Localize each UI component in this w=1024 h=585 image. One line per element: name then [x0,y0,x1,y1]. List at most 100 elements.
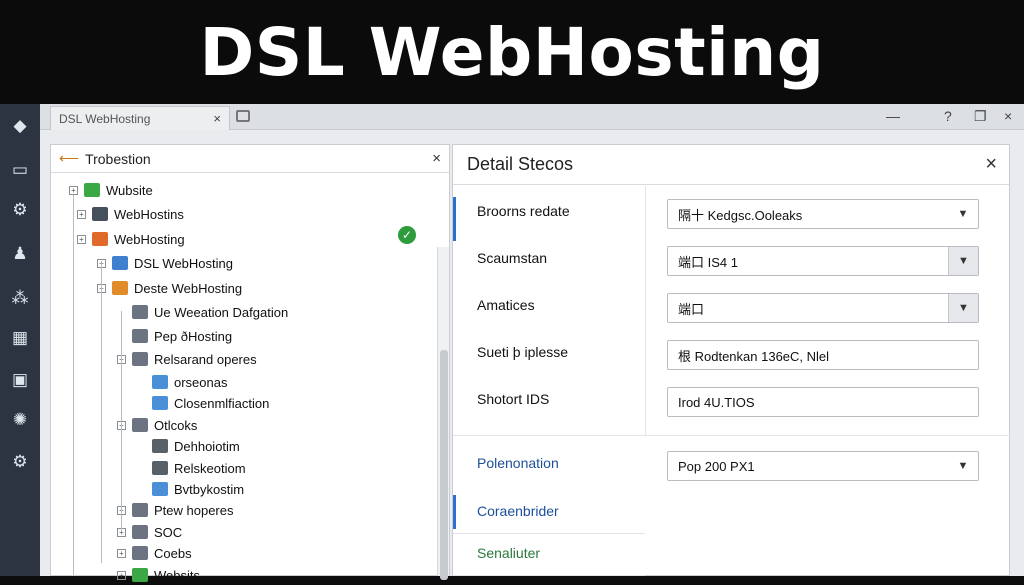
folder-icon [132,305,148,319]
app-window: ◆ ▭ ⚙ ♟ ⁂ ▦ ▣ ✺ ⚙ DSL WebHosting × — ? ❐… [0,104,1024,583]
tree-node[interactable]: +Relsarand operes [117,349,257,369]
check-icon: ✓ [398,226,416,244]
folder-icon [132,352,148,366]
display-icon[interactable]: ▣ [6,366,34,394]
folder-icon [84,183,100,197]
tree-node[interactable]: Closenmlfiaction [137,393,269,413]
tree-expander-icon[interactable]: + [117,548,126,558]
restore-icon[interactable]: ❐ [974,108,987,125]
calendar-icon[interactable]: ▦ [6,324,34,352]
field-label: Coraenbrider [477,503,559,519]
tree-node[interactable]: + SOC [117,522,182,542]
tree-header: ⟵ Trobestion × [51,145,449,173]
tree-node-label: Coebs [154,545,192,561]
tree-node[interactable]: Dehhoiotim [137,436,240,456]
tree-expander-icon[interactable]: + [69,185,78,195]
text-field[interactable]: Irod 4U.TIOS [667,387,979,417]
tree-node[interactable]: + Wubsite [69,180,153,200]
tree-node[interactable]: + WebHosting [77,229,185,249]
tree-node[interactable]: Bvtbykostim [137,479,244,499]
field-value: 端口 IS4 1 [678,254,738,270]
tree-close-icon[interactable]: × [432,150,441,167]
users-icon[interactable]: ♟ [6,240,34,268]
tree-node[interactable]: +DSL WebHosting [97,253,233,273]
chevron-down-icon[interactable]: ▼ [948,452,978,480]
dropdown-field[interactable]: 端口 ▼ [667,293,979,323]
tree-node-label: SOC [154,524,183,540]
field-value: 隔十 Kedgsc.Ooleaks [678,207,803,223]
tree-expander-icon[interactable]: + [117,570,126,580]
gear-icon[interactable]: ⚙ [6,196,34,224]
tree-connector [73,195,74,575]
chevron-down-icon[interactable]: ▼ [948,200,978,228]
tree-node[interactable]: + WebHostins [77,204,184,224]
tree-node[interactable]: +Otlcoks [117,415,197,435]
tree-connector [121,311,122,531]
tree-node[interactable]: Ue Weeation Dafgation [117,302,288,322]
folder-icon [152,482,168,496]
folder-icon [132,329,148,343]
tree-node[interactable]: + Coebs [117,543,192,563]
field-value: Pop 200 PX1 [678,458,755,474]
folder-icon [132,418,148,432]
tree-node-label: Closenmlfiaction [174,395,270,411]
folder-icon [92,232,108,246]
dropdown-field[interactable]: 端口 IS4 1 ▼ [667,246,979,276]
tab-label: DSL WebHosting [59,111,151,126]
details-title: Detail Stecos [467,154,574,174]
tree-node[interactable]: orseonas [137,372,227,392]
folder-icon [112,281,128,295]
field-value: 根 Rodtenkan 136eC, Nlel [678,348,830,364]
tree-scrollbar[interactable] [437,247,449,580]
tree-node[interactable]: Pep ðHosting [117,326,232,346]
close-icon[interactable]: × [1004,108,1012,124]
tree-scroll-thumb[interactable] [440,350,448,580]
network-icon[interactable]: ⁂ [6,284,34,312]
tree-node-label: orseonas [174,374,228,390]
tree-node-label: Ptew hoperes [154,502,234,518]
tab-close-icon[interactable]: × [213,111,221,126]
field-value: Irod 4U.TIOS [678,394,755,410]
tree-node-label: Websits [154,567,200,583]
folder-icon [152,439,168,453]
tree-node[interactable]: Relskeotiom [137,458,246,478]
tree-node-label: Wubsite [106,182,153,198]
tree-node-label: Bvtbykostim [174,481,245,497]
tree-node-label: Ue Weeation Dafgation [154,304,289,320]
tab-dsl-webhosting[interactable]: DSL WebHosting × [50,106,230,130]
tree-panel: ⟵ Trobestion × + Wubsite + WebHostins + WebHo… [50,144,450,583]
field-label: Shotort IDS [477,391,550,407]
title-banner: DSL WebHosting [0,0,1024,104]
new-tab-icon[interactable] [236,110,250,122]
dropdown-field[interactable]: 隔十 Kedgsc.Ooleaks ▼ [667,199,979,229]
tree-node[interactable]: + Websits [117,565,200,585]
tree-expander-icon[interactable]: + [77,209,86,219]
help-icon[interactable]: ? [944,108,952,124]
details-close-icon[interactable]: × [985,153,997,176]
gear-icon[interactable]: ⚙ [6,448,34,476]
folder-icon [92,207,108,221]
monitor-icon[interactable]: ▭ [6,156,34,184]
settings-alt-icon[interactable]: ✺ [6,406,34,434]
folder-icon [152,396,168,410]
chevron-down-icon[interactable]: ▼ [948,294,978,322]
selection-accent [453,197,456,241]
field-value: 端口 [678,301,705,317]
back-arrow-icon[interactable]: ⟵ [59,150,79,167]
tree-node[interactable]: +Ptew hoperes [117,500,234,520]
tree-node-label: Relsarand operes [154,351,257,367]
dropdown-field[interactable]: Pop 200 PX1 ▼ [667,451,979,481]
tree-node[interactable]: −Deste WebHosting [97,278,242,298]
row-separator [453,435,1011,436]
banner-title: DSL WebHosting [199,13,825,91]
text-field[interactable]: 根 Rodtenkan 136eC, Nlel [667,340,979,370]
left-rail: ◆ ▭ ⚙ ♟ ⁂ ▦ ▣ ✺ ⚙ [0,104,40,576]
app-logo-icon[interactable]: ◆ [6,112,34,140]
chevron-down-icon[interactable]: ▼ [948,247,978,275]
tree-expander-icon[interactable]: + [77,234,86,244]
folder-icon [132,503,148,517]
row-separator [453,533,645,534]
tab-strip: DSL WebHosting × — ? ❐ × [40,104,1024,130]
tree-node-label: Otlcoks [154,417,198,433]
minimize-icon[interactable]: — [886,108,900,124]
